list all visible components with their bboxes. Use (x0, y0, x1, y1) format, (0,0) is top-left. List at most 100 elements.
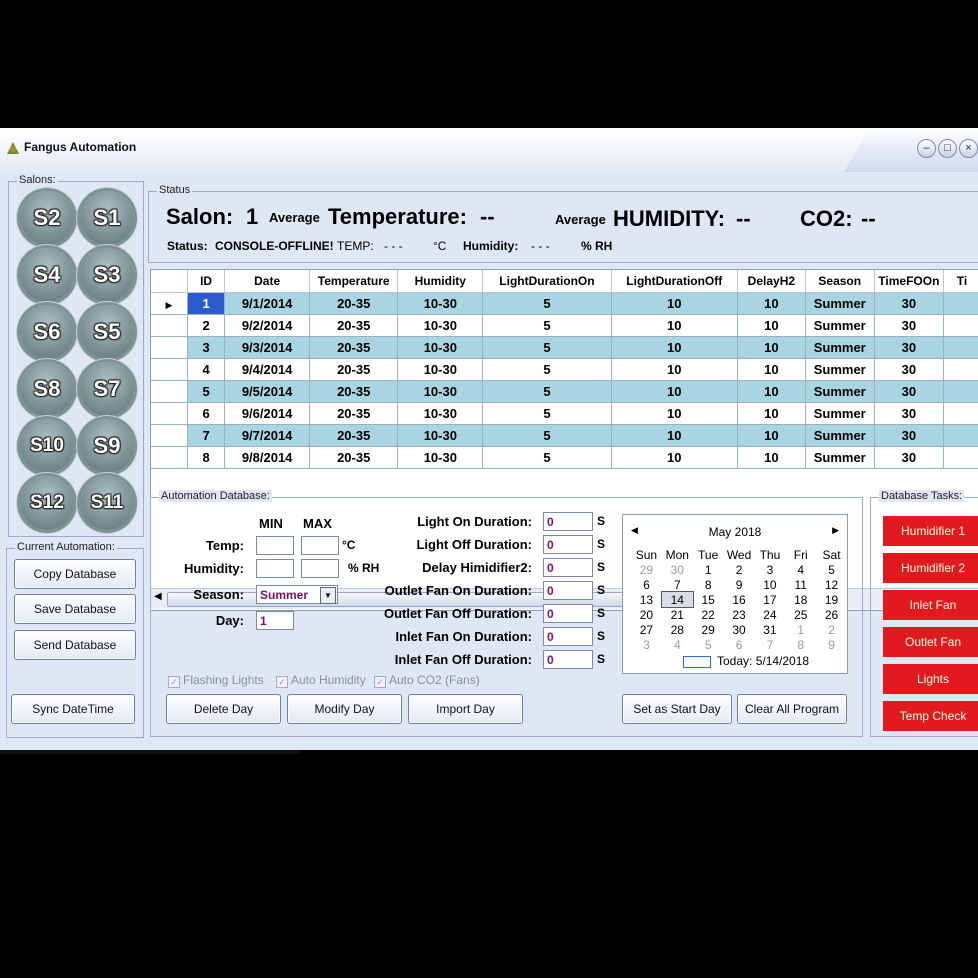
table-cell[interactable]: 5 (482, 358, 612, 381)
calendar-day[interactable]: 1 (693, 562, 724, 577)
table-cell[interactable] (943, 380, 978, 403)
salon-button[interactable]: S10 (20, 419, 74, 473)
column-header[interactable]: Humidity (397, 270, 484, 293)
table-cell[interactable]: 9/1/2014 (224, 292, 311, 315)
calendar-day[interactable]: 16 (724, 592, 755, 607)
table-cell[interactable]: Summer (805, 336, 875, 359)
salon-button[interactable]: S4 (20, 248, 74, 302)
column-header[interactable]: Season (805, 270, 875, 293)
calendar-day[interactable]: 2 (816, 622, 847, 637)
season-select[interactable]: Summer ▼ (256, 585, 338, 604)
calendar-day[interactable]: 21 (662, 607, 693, 622)
salon-button[interactable]: S7 (80, 362, 134, 416)
table-cell[interactable]: 10 (737, 424, 806, 447)
send-database-button[interactable]: Send Database (14, 630, 136, 660)
calendar-day[interactable]: 10 (755, 577, 786, 592)
calendar-day[interactable]: 23 (724, 607, 755, 622)
close-button[interactable]: × (959, 139, 978, 158)
calendar-day[interactable]: 7 (755, 637, 786, 652)
calendar-day[interactable]: 4 (662, 637, 693, 652)
table-cell[interactable]: Summer (805, 446, 875, 469)
salon-button[interactable]: S3 (80, 248, 134, 302)
column-header[interactable]: Ti (943, 270, 978, 293)
database-task-button[interactable]: Lights (883, 664, 978, 694)
table-cell[interactable]: 5 (482, 424, 612, 447)
table-cell[interactable]: 10-30 (397, 358, 484, 381)
table-cell[interactable]: 30 (874, 446, 944, 469)
table-cell[interactable]: 20-35 (309, 292, 399, 315)
table-row[interactable]: 3 9/3/2014 20-35 10-30 5 10 10 Summer 30 (151, 336, 978, 359)
row-header[interactable] (151, 402, 189, 425)
table-cell[interactable]: 6 (187, 402, 226, 425)
table-cell[interactable]: 10-30 (397, 424, 484, 447)
month-calendar[interactable]: ◀ May 2018 ▶ Sun Mon Tue Wed Thu Fri Sat 29 30 1 2… (622, 514, 848, 674)
day-input[interactable]: 1 (256, 611, 294, 630)
table-cell[interactable]: Summer (805, 380, 875, 403)
table-row[interactable]: 6 9/6/2014 20-35 10-30 5 10 10 Summer 30 (151, 402, 978, 425)
database-task-button[interactable]: Humidifier 2 (883, 553, 978, 583)
table-cell[interactable]: Summer (805, 292, 875, 315)
row-header[interactable] (151, 358, 189, 381)
table-cell[interactable]: 9/3/2014 (224, 336, 311, 359)
table-row[interactable]: 8 9/8/2014 20-35 10-30 5 10 10 Summer 30 (151, 446, 978, 469)
table-cell[interactable]: 9/7/2014 (224, 424, 311, 447)
column-header[interactable]: Temperature (309, 270, 399, 293)
calendar-day[interactable]: 14 (660, 591, 694, 608)
table-cell[interactable] (943, 424, 978, 447)
set-start-day-button[interactable]: Set as Start Day (622, 694, 732, 724)
database-task-button[interactable]: Inlet Fan (883, 590, 978, 620)
salon-button[interactable]: S1 (80, 191, 134, 245)
calendar-day[interactable]: 24 (755, 607, 786, 622)
database-task-button[interactable]: Humidifier 1 (883, 516, 978, 546)
table-row[interactable]: 5 9/5/2014 20-35 10-30 5 10 10 Summer 30 (151, 380, 978, 403)
calendar-day[interactable]: 22 (693, 607, 724, 622)
calendar-day[interactable]: 30 (724, 622, 755, 637)
sync-datetime-button[interactable]: Sync DateTime (11, 694, 135, 724)
salon-button[interactable]: S8 (20, 362, 74, 416)
table-cell[interactable]: 10-30 (397, 402, 484, 425)
calendar-day[interactable]: 12 (816, 577, 847, 592)
inlet-on-input[interactable]: 0 (543, 627, 593, 646)
delete-day-button[interactable]: Delete Day (166, 694, 281, 724)
table-cell[interactable]: 10 (737, 292, 806, 315)
calendar-day[interactable]: 28 (662, 622, 693, 637)
table-cell[interactable]: 5 (482, 314, 612, 337)
table-cell[interactable]: 30 (874, 336, 944, 359)
table-cell[interactable]: Summer (805, 424, 875, 447)
calendar-day[interactable]: 29 (631, 562, 662, 577)
table-cell[interactable]: 20-35 (309, 314, 399, 337)
calendar-day[interactable]: 30 (662, 562, 693, 577)
table-cell[interactable]: 7 (187, 424, 226, 447)
temp-max-input[interactable] (301, 536, 339, 555)
table-cell[interactable]: 20-35 (309, 380, 399, 403)
clear-all-program-button[interactable]: Clear All Program (737, 694, 847, 724)
table-cell[interactable]: 10 (611, 292, 739, 315)
table-row[interactable]: 4 9/4/2014 20-35 10-30 5 10 10 Summer 30 (151, 358, 978, 381)
calendar-day[interactable]: 5 (693, 637, 724, 652)
import-day-button[interactable]: Import Day (408, 694, 523, 724)
table-cell[interactable]: 5 (482, 292, 612, 315)
table-cell[interactable]: 20-35 (309, 446, 399, 469)
calendar-day[interactable]: 8 (693, 577, 724, 592)
calendar-day[interactable]: 13 (631, 592, 662, 607)
calendar-day[interactable]: 11 (785, 577, 816, 592)
table-cell[interactable]: 30 (874, 380, 944, 403)
table-cell[interactable]: 9/8/2014 (224, 446, 311, 469)
table-cell[interactable]: 1 (187, 292, 226, 315)
calendar-day[interactable]: 7 (662, 577, 693, 592)
flashing-lights-checkbox[interactable]: ✓ Flashing Lights (168, 673, 264, 688)
column-header[interactable]: TimeFOOn (874, 270, 944, 293)
calendar-day[interactable]: 19 (816, 592, 847, 607)
table-cell[interactable]: 10-30 (397, 292, 484, 315)
row-header[interactable] (151, 424, 189, 447)
next-month-icon[interactable]: ▶ (832, 525, 839, 536)
table-cell[interactable]: 10 (611, 446, 739, 469)
table-cell[interactable]: 9/4/2014 (224, 358, 311, 381)
table-cell[interactable]: 5 (482, 336, 612, 359)
table-cell[interactable] (943, 314, 978, 337)
modify-day-button[interactable]: Modify Day (287, 694, 402, 724)
table-cell[interactable]: 10 (611, 402, 739, 425)
calendar-day[interactable]: 27 (631, 622, 662, 637)
table-cell[interactable]: 10 (611, 380, 739, 403)
calendar-day[interactable]: 3 (755, 562, 786, 577)
